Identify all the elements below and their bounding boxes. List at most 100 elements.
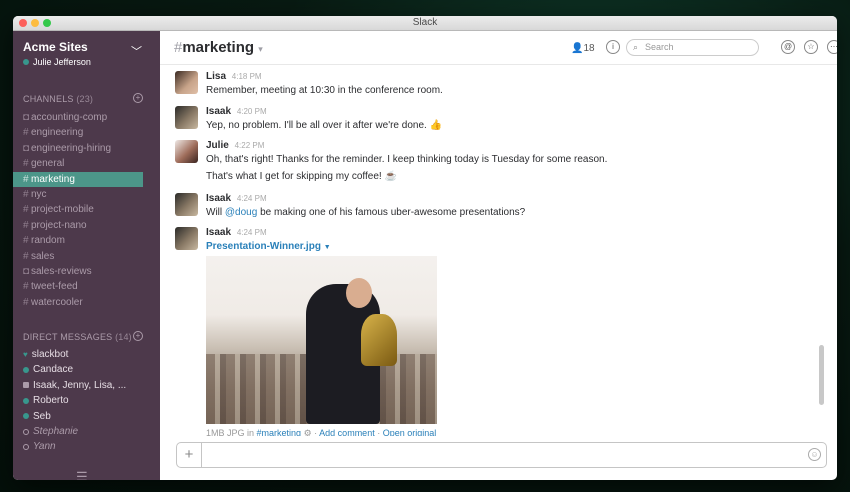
user-mention[interactable]: @doug bbox=[225, 207, 257, 218]
channels-count: (23) bbox=[76, 94, 94, 104]
sidebar-item-engineering[interactable]: # engineering bbox=[13, 125, 160, 140]
file-link[interactable]: Presentation-Winner.jpg ▼ bbox=[206, 241, 817, 252]
scrollbar[interactable] bbox=[819, 345, 824, 405]
chevron-down-icon: ▼ bbox=[323, 244, 331, 251]
file-channel-link[interactable]: #marketing bbox=[257, 428, 302, 436]
message-author[interactable]: Isaak bbox=[206, 227, 231, 238]
file-meta-size: 1MB JPG in bbox=[206, 428, 255, 436]
channel-list: ◘ accounting-comp # engineering ◘ engineeri… bbox=[13, 110, 160, 310]
channel-hash: # bbox=[23, 127, 29, 139]
sidebar-item-random[interactable]: # random bbox=[13, 233, 160, 248]
quick-switcher-icon[interactable]: ☰ bbox=[76, 469, 88, 480]
channel-label: watercooler bbox=[31, 296, 83, 308]
dm-label: Candace bbox=[33, 364, 74, 376]
channel-label: tweet-feed bbox=[31, 281, 78, 293]
channel-hash: # bbox=[23, 188, 29, 200]
message-text: Will @doug be making one of his famous u… bbox=[206, 207, 817, 218]
message-body: Isaak 4:24 PM Will @doug be making one o… bbox=[206, 193, 817, 218]
message-time[interactable]: 4:22 PM bbox=[235, 141, 265, 150]
image-attachment[interactable] bbox=[206, 256, 437, 424]
more-icon[interactable]: ⋯ bbox=[827, 40, 837, 54]
avatar[interactable] bbox=[175, 227, 198, 250]
message-time[interactable]: 4:20 PM bbox=[237, 107, 267, 116]
channels-header[interactable]: CHANNELS (23) + bbox=[23, 93, 143, 104]
dm-label: Seb bbox=[33, 410, 51, 422]
message-time[interactable]: 4:18 PM bbox=[232, 72, 262, 81]
main-pane: #marketing ▾ 👤18 i ⌕ Search @ ☆ ⋯ Lisa 4… bbox=[160, 31, 837, 480]
message-author[interactable]: Isaak bbox=[206, 106, 231, 117]
emoji-icon[interactable]: ☺ bbox=[808, 448, 821, 461]
message-author[interactable]: Lisa bbox=[206, 71, 226, 82]
sidebar-item-watercooler[interactable]: # watercooler bbox=[13, 295, 160, 310]
channel-label: project-mobile bbox=[31, 204, 94, 216]
message-text: Yep, no problem. I'll be all over it aft… bbox=[206, 120, 443, 131]
file-meta: 1MB JPG in #marketing ⚙ · Add comment · … bbox=[206, 428, 437, 436]
image-head bbox=[346, 278, 372, 308]
direct-messages-header[interactable]: DIRECT MESSAGES (14) + bbox=[23, 331, 143, 342]
sidebar-item-marketing[interactable]: # marketing bbox=[13, 171, 143, 187]
person-icon: 👤 bbox=[571, 43, 584, 54]
channel-title[interactable]: #marketing ▾ bbox=[174, 39, 263, 56]
message-meta: Julie 4:22 PM bbox=[206, 140, 817, 151]
channel-hash: # bbox=[23, 235, 29, 247]
sidebar-item-sales-reviews[interactable]: ◘ sales-reviews bbox=[13, 264, 160, 279]
message-time[interactable]: 4:24 PM bbox=[237, 228, 267, 237]
presence-active-icon bbox=[23, 397, 29, 404]
sidebar-item-group-dm[interactable]: Isaak, Jenny, Lisa, ... bbox=[13, 378, 160, 393]
file-name: Presentation-Winner.jpg bbox=[206, 241, 321, 252]
current-user: Julie Jefferson bbox=[23, 57, 91, 67]
sidebar-item-tweet-feed[interactable]: # tweet-feed bbox=[13, 279, 160, 294]
lock-icon: ◘ bbox=[23, 142, 30, 154]
mentions-icon[interactable]: @ bbox=[781, 40, 795, 54]
avatar[interactable] bbox=[175, 71, 198, 94]
avatar[interactable] bbox=[175, 106, 198, 129]
member-count[interactable]: 👤18 bbox=[571, 43, 595, 54]
group-dm-icon bbox=[23, 382, 29, 389]
sidebar-item-slackbot[interactable]: ♥ slackbot bbox=[13, 347, 160, 362]
sidebar-item-accounting-comp[interactable]: ◘ accounting-comp bbox=[13, 110, 160, 125]
sidebar-item-sales[interactable]: # sales bbox=[13, 249, 160, 264]
channel-label: random bbox=[31, 235, 65, 247]
dm-label: Yann bbox=[33, 441, 56, 453]
message-author[interactable]: Isaak bbox=[206, 193, 231, 204]
star-icon[interactable]: ☆ bbox=[804, 40, 818, 54]
sidebar-item-engineering-hiring[interactable]: ◘ engineering-hiring bbox=[13, 141, 160, 156]
open-original-link[interactable]: Open original bbox=[383, 428, 437, 436]
sidebar-item-seb[interactable]: Seb bbox=[13, 409, 160, 424]
message-input[interactable] bbox=[207, 446, 801, 464]
search-input[interactable]: ⌕ Search bbox=[626, 39, 759, 56]
add-comment-link[interactable]: Add comment bbox=[319, 428, 375, 436]
channel-label: sales bbox=[31, 250, 55, 262]
message-text: Remember, meeting at 10:30 in the confer… bbox=[206, 85, 443, 96]
sidebar-item-candace[interactable]: Candace bbox=[13, 362, 160, 377]
sidebar-item-nyc[interactable]: # nyc bbox=[13, 187, 160, 202]
sidebar-item-yann[interactable]: Yann bbox=[13, 439, 160, 454]
sidebar-item-stephanie[interactable]: Stephanie bbox=[13, 424, 160, 439]
sidebar-item-project-nano[interactable]: # project-nano bbox=[13, 218, 160, 233]
team-name: Acme Sites bbox=[23, 40, 88, 54]
sidebar-item-roberto[interactable]: Roberto bbox=[13, 393, 160, 408]
add-channel-icon[interactable]: + bbox=[133, 93, 143, 103]
info-icon[interactable]: i bbox=[606, 40, 620, 54]
chevron-down-icon[interactable]: ﹀ bbox=[131, 43, 142, 59]
message-author[interactable]: Julie bbox=[206, 140, 229, 151]
sidebar-item-project-mobile[interactable]: # project-mobile bbox=[13, 202, 160, 217]
sidebar-item-general[interactable]: # general bbox=[13, 156, 160, 171]
chevron-down-icon: ▾ bbox=[258, 44, 263, 54]
message-time[interactable]: 4:24 PM bbox=[237, 194, 267, 203]
channel-label: marketing bbox=[31, 173, 75, 185]
sidebar: Acme Sites Julie Jefferson ﹀ CHANNELS (2… bbox=[13, 31, 160, 480]
team-menu[interactable]: Acme Sites Julie Jefferson bbox=[23, 40, 91, 67]
channel-name: marketing bbox=[182, 39, 255, 56]
channel-hash: # bbox=[23, 281, 29, 293]
add-dm-icon[interactable]: + bbox=[133, 331, 143, 341]
comment-icon: ⚙ bbox=[303, 428, 312, 436]
title-bar: Slack bbox=[13, 16, 837, 31]
attach-file-button[interactable]: + bbox=[177, 443, 202, 467]
dm-label: Roberto bbox=[33, 395, 69, 407]
channel-hash: # bbox=[23, 173, 29, 185]
avatar[interactable] bbox=[175, 140, 198, 163]
channel-label: engineering-hiring bbox=[31, 142, 112, 154]
avatar[interactable] bbox=[175, 193, 198, 216]
dm-header-label: DIRECT MESSAGES bbox=[23, 332, 113, 342]
